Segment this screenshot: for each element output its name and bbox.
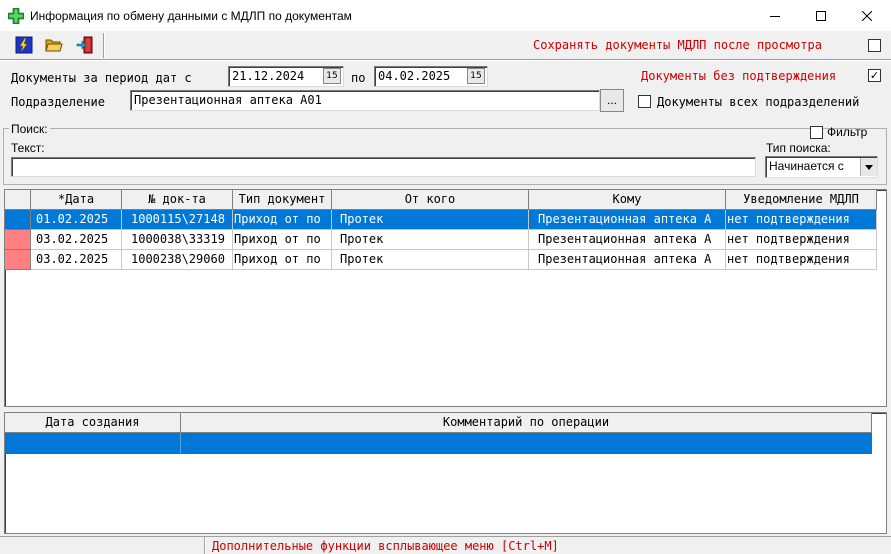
cell-date: 03.02.2025 <box>31 250 122 270</box>
cell-from: Протек <box>332 230 529 250</box>
toolbar-separator <box>103 33 105 58</box>
search-text-input[interactable] <box>11 157 756 177</box>
all-departments-checkbox[interactable] <box>638 95 651 108</box>
row-indicator-header <box>5 190 31 210</box>
search-group-label: Поиск: <box>9 122 50 136</box>
operations-grid[interactable]: Дата создания Комментарий по операции <box>4 412 887 534</box>
status-text: Дополнительные функции всплывающее меню … <box>212 539 559 553</box>
search-type-label: Тип поиска: <box>766 141 831 155</box>
date-from-calendar-button[interactable]: 15 <box>323 68 341 84</box>
filter-label: Фильтр <box>827 125 868 139</box>
open-folder-icon <box>45 39 63 52</box>
minimize-button[interactable] <box>752 0 798 31</box>
search-text-label: Текст: <box>11 141 45 155</box>
open-button[interactable] <box>42 34 66 56</box>
calendar-icon: 15 <box>470 71 482 81</box>
exit-button[interactable] <box>73 34 97 56</box>
cell-date: 03.02.2025 <box>31 230 122 250</box>
search-type-dropdown-button[interactable] <box>860 158 877 176</box>
table-row[interactable]: 03.02.2025 1000238\29060 Приход от по Пр… <box>5 250 886 270</box>
maximize-icon <box>816 10 826 21</box>
lightning-icon <box>15 36 33 54</box>
window-title: Информация по обмену данными с МДЛП по д… <box>30 9 352 23</box>
documents-grid[interactable]: *Дата № док-та Тип документ От кого Кому… <box>4 189 887 407</box>
department-field[interactable]: Презентационная аптека А01 <box>130 90 600 111</box>
date-to-calendar-button[interactable]: 15 <box>467 68 485 84</box>
cell-to: Презентационная аптека А <box>529 230 726 250</box>
column-header-notice[interactable]: Уведомление МДЛП <box>726 190 877 210</box>
cell-date: 01.02.2025 <box>31 210 122 230</box>
unconfirmed-label: Документы без подтверждения <box>641 69 837 83</box>
column-header-comment[interactable]: Комментарий по операции <box>181 413 872 433</box>
period-to-label: по <box>351 71 366 85</box>
table-row[interactable]: 03.02.2025 1000038\33319 Приход от по Пр… <box>5 230 886 250</box>
column-header-from[interactable]: От кого <box>332 190 529 210</box>
column-header-created[interactable]: Дата создания <box>5 413 181 433</box>
calendar-icon: 15 <box>326 71 338 81</box>
cell-to: Презентационная аптека А <box>529 250 726 270</box>
cell-divider <box>180 433 181 454</box>
row-marker <box>5 210 31 230</box>
cell-type: Приход от по <box>233 210 332 230</box>
all-departments-label: Документы всех подразделений <box>657 95 860 109</box>
date-to-value: 04.02.2025 <box>378 69 451 83</box>
cell-number: 1000038\33319 <box>122 230 233 250</box>
cell-number: 1000115\27148 <box>122 210 233 230</box>
cell-notice: нет подтверждения <box>726 230 877 250</box>
cell-number: 1000238\29060 <box>122 250 233 270</box>
period-label: Документы за период дат с <box>11 71 192 85</box>
cell-to: Презентационная аптека А <box>529 210 726 230</box>
cell-type: Приход от по <box>233 230 332 250</box>
run-button[interactable] <box>12 34 36 56</box>
green-cross-icon <box>8 8 24 24</box>
column-header-to[interactable]: Кому <box>529 190 726 210</box>
cell-type: Приход от по <box>233 250 332 270</box>
date-from-value: 21.12.2024 <box>232 69 305 83</box>
toolbar-divider <box>0 59 891 61</box>
department-label: Подразделение <box>11 95 105 109</box>
maximize-button[interactable] <box>798 0 844 31</box>
checkmark-icon: ✓ <box>869 69 880 82</box>
exit-door-icon <box>76 36 93 54</box>
unconfirmed-checkbox[interactable]: ✓ <box>868 69 881 82</box>
department-select-button[interactable]: ... <box>600 89 624 112</box>
column-header-date[interactable]: *Дата <box>31 190 122 210</box>
minimize-icon <box>770 15 780 17</box>
column-header-number[interactable]: № док-та <box>122 190 233 210</box>
column-header-type[interactable]: Тип документ <box>233 190 332 210</box>
save-documents-label: Сохранять документы МДЛП после просмотра <box>533 38 822 52</box>
chevron-down-icon <box>865 164 873 170</box>
department-value: Презентационная аптека А01 <box>134 93 322 107</box>
table-row[interactable] <box>5 433 872 454</box>
close-button[interactable] <box>844 0 890 31</box>
cell-notice: нет подтверждения <box>726 250 877 270</box>
status-bar: Дополнительные функции всплывающее меню … <box>0 536 891 554</box>
close-icon <box>862 10 872 21</box>
save-documents-checkbox[interactable] <box>868 39 881 52</box>
row-marker <box>5 250 31 270</box>
row-marker <box>5 230 31 250</box>
cell-from: Протек <box>332 210 529 230</box>
cell-notice: нет подтверждения <box>726 210 877 230</box>
cell-from: Протек <box>332 250 529 270</box>
filter-checkbox[interactable] <box>810 126 823 139</box>
table-row[interactable]: 01.02.2025 1000115\27148 Приход от по Пр… <box>5 210 886 230</box>
status-divider <box>205 537 206 554</box>
search-type-value: Начинается с <box>769 159 844 173</box>
